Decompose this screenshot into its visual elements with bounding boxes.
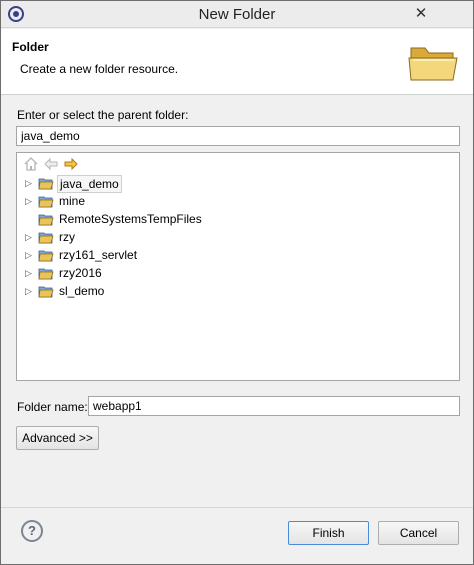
project-folder-icon bbox=[38, 178, 54, 190]
tree-item[interactable]: RemoteSystemsTempFiles bbox=[17, 210, 459, 228]
advanced-button[interactable]: Advanced >> bbox=[16, 426, 99, 450]
tree-item-label: rzy bbox=[59, 230, 75, 244]
tree-item[interactable]: ▷ rzy bbox=[17, 228, 459, 246]
parent-folder-input[interactable] bbox=[16, 126, 460, 146]
tree-item-label: rzy2016 bbox=[59, 266, 102, 280]
tree-item-label: rzy161_servlet bbox=[59, 248, 138, 262]
expand-icon[interactable]: ▷ bbox=[25, 230, 35, 244]
tree-item[interactable]: ▷ rzy2016 bbox=[17, 264, 459, 282]
tree-item[interactable]: ▷ rzy161_servlet bbox=[17, 246, 459, 264]
title-bar: New Folder ✕ bbox=[1, 1, 473, 28]
help-icon[interactable]: ? bbox=[21, 520, 43, 542]
expand-icon[interactable]: ▷ bbox=[25, 248, 35, 262]
footer-separator bbox=[1, 507, 473, 508]
tree-item-label: RemoteSystemsTempFiles bbox=[59, 212, 202, 226]
back-arrow-icon[interactable] bbox=[43, 156, 59, 172]
project-folder-icon bbox=[38, 286, 54, 298]
tree-item[interactable]: ▷ mine bbox=[17, 192, 459, 210]
project-folder-icon bbox=[38, 268, 54, 280]
forward-arrow-icon[interactable] bbox=[63, 156, 79, 172]
tree-item[interactable]: ▷ sl_demo bbox=[17, 282, 459, 300]
wizard-header: Folder Create a new folder resource. bbox=[1, 29, 473, 95]
header-title: Folder bbox=[12, 40, 49, 54]
close-icon[interactable]: ✕ bbox=[409, 3, 433, 25]
project-folder-icon bbox=[38, 214, 54, 226]
folder-name-label: Folder name: bbox=[17, 400, 88, 414]
expand-icon[interactable]: ▷ bbox=[25, 284, 35, 298]
tree-item-label: mine bbox=[59, 194, 86, 208]
folder-tree: ▷ java_demo ▷ mine RemoteSystemsTempFile… bbox=[16, 152, 460, 381]
window-title: New Folder bbox=[198, 6, 276, 23]
project-folder-icon bbox=[38, 250, 54, 262]
folder-name-input[interactable] bbox=[88, 396, 460, 416]
tree-item-label: sl_demo bbox=[59, 284, 105, 298]
new-folder-dialog: New Folder ✕ Folder Create a new folder … bbox=[0, 0, 474, 565]
header-description: Create a new folder resource. bbox=[20, 62, 179, 76]
folder-banner-icon bbox=[408, 47, 458, 81]
tree-item-label: java_demo bbox=[57, 175, 122, 193]
project-folder-icon bbox=[38, 232, 54, 244]
expand-icon[interactable]: ▷ bbox=[25, 266, 35, 280]
expand-icon[interactable]: ▷ bbox=[25, 194, 35, 208]
home-icon[interactable] bbox=[23, 156, 39, 172]
cancel-button[interactable]: Cancel bbox=[378, 521, 459, 545]
finish-button[interactable]: Finish bbox=[288, 521, 369, 545]
project-folder-icon bbox=[38, 196, 54, 208]
parent-folder-label: Enter or select the parent folder: bbox=[17, 108, 189, 122]
expand-icon[interactable]: ▷ bbox=[25, 176, 35, 190]
tree-item[interactable]: ▷ java_demo bbox=[17, 174, 459, 193]
